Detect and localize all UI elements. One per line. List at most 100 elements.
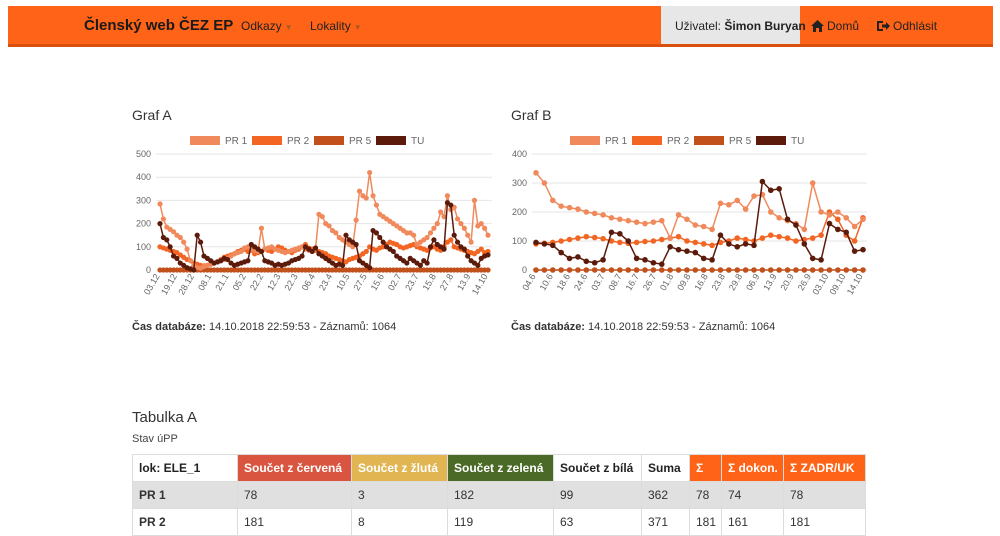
data-point-pr2	[809, 235, 816, 241]
data-point-tu	[380, 239, 386, 245]
data-point-pr1	[658, 217, 665, 224]
x-tick-label-5: 08.7	[606, 272, 623, 292]
db-time-value: 14.10.2018 22:59:53 - Záznamů: 1064	[209, 321, 397, 333]
data-point-pr1	[549, 197, 556, 204]
data-point-tu	[650, 259, 657, 266]
db-time-label: Čas databáze:	[132, 321, 206, 333]
data-point-tu	[174, 255, 180, 261]
data-point-pr5	[692, 267, 699, 273]
data-point-pr5	[801, 267, 808, 273]
data-point-pr5	[751, 267, 757, 273]
x-tick-label-6: 16.7	[624, 272, 641, 292]
x-tick-label-11: 10.5	[334, 272, 351, 292]
data-point-tu	[793, 222, 799, 228]
chevron-down-icon: ▼	[353, 23, 362, 32]
x-tick-label-11: 23.8	[710, 272, 727, 292]
data-point-tu	[194, 232, 200, 238]
data-point-tu	[583, 258, 590, 265]
data-point-pr2	[658, 236, 665, 243]
menu-odkazy[interactable]: Odkazy ▼	[241, 19, 293, 33]
legend-swatch-4	[376, 136, 406, 145]
menu-lokality[interactable]: Lokality ▼	[310, 19, 362, 33]
data-point-pr5	[600, 267, 606, 273]
summary-table: lok: ELE_1 Součet z červená Součet z žlu…	[132, 454, 866, 536]
data-point-pr1	[776, 215, 782, 221]
data-point-pr2	[851, 238, 858, 244]
x-tick-label-10: 23.4	[317, 272, 334, 292]
table-cell: 371	[641, 508, 690, 536]
data-point-tu	[717, 232, 724, 238]
x-tick-label-9: 06.4	[300, 272, 317, 292]
data-point-tu	[835, 226, 841, 233]
data-point-tu	[197, 239, 204, 245]
data-point-pr5	[776, 267, 782, 273]
th-sigma-zadr: Σ ZADR/UK	[783, 454, 866, 482]
home-icon	[811, 20, 824, 32]
user-label: Uživatel:	[675, 19, 722, 33]
data-point-pr2	[818, 232, 824, 238]
data-point-pr1	[478, 221, 484, 227]
legend-label-4: TU	[791, 136, 804, 147]
data-point-tu	[558, 249, 564, 256]
data-point-pr2	[633, 239, 640, 246]
y-tick-label-0: 0	[522, 265, 527, 275]
brand-title[interactable]: Členský web ČEZ EP	[84, 17, 233, 34]
data-point-tu	[642, 257, 648, 263]
data-point-pr2	[583, 233, 590, 240]
data-point-pr5	[667, 267, 673, 273]
x-tick-label-8: 01.8	[658, 272, 675, 292]
x-tick-label-4: 03.7	[589, 272, 606, 292]
data-point-pr1	[356, 188, 363, 194]
data-point-tu	[353, 241, 359, 248]
table-cell: 78	[783, 481, 866, 509]
data-point-pr5	[650, 267, 657, 273]
data-point-pr1	[177, 234, 183, 241]
data-point-pr1	[617, 216, 623, 223]
data-point-pr5	[591, 267, 598, 273]
th-location: lok: ELE_1	[132, 454, 238, 482]
data-point-tu	[617, 230, 623, 237]
chart-b-db-info: Čas databáze: 14.10.2018 22:59:53 - Zázn…	[511, 321, 775, 333]
table-header-row: lok: ELE_1 Součet z červená Součet z žlu…	[132, 454, 866, 482]
data-point-pr5	[583, 267, 590, 273]
legend-label-2: PR 2	[667, 136, 690, 147]
legend-label-1: PR 1	[605, 136, 628, 147]
data-point-pr1	[843, 215, 850, 221]
data-point-pr5	[767, 267, 774, 273]
x-tick-label-6: 22.2	[248, 272, 265, 292]
x-tick-label-1: 19.12	[159, 272, 179, 297]
data-point-pr1	[591, 210, 598, 217]
data-point-tu	[575, 254, 581, 260]
data-point-tu	[427, 244, 434, 250]
logout-link[interactable]: Odhlásit	[877, 19, 937, 33]
legend-swatch-1	[570, 136, 600, 145]
data-point-pr2	[734, 235, 741, 241]
data-point-pr2	[709, 242, 715, 249]
series-line-tu	[535, 179, 864, 266]
table-title: Tabulka A	[132, 409, 198, 426]
data-point-tu	[692, 249, 699, 256]
db-time-label: Čas databáze:	[511, 321, 585, 333]
data-point-tu	[851, 248, 858, 254]
data-point-pr1	[860, 216, 866, 223]
x-tick-label-0: 04.6	[520, 272, 537, 292]
home-link[interactable]: Domů	[811, 19, 859, 33]
data-point-pr2	[591, 234, 598, 241]
table-cell: 8	[351, 508, 448, 536]
data-point-pr1	[583, 209, 590, 215]
y-tick-label-5: 500	[136, 149, 151, 159]
data-point-pr1	[454, 216, 461, 222]
data-point-pr1	[363, 195, 369, 201]
data-point-pr1	[742, 206, 749, 212]
data-point-tu	[776, 186, 782, 192]
data-point-tu	[600, 257, 606, 263]
data-point-tu	[191, 267, 197, 273]
data-point-tu	[417, 262, 423, 268]
data-point-tu	[826, 220, 833, 227]
data-point-pr1	[767, 209, 774, 215]
table-cell: 119	[447, 508, 554, 536]
x-tick-label-13: 06.9	[744, 272, 761, 292]
data-point-pr5	[575, 267, 581, 273]
data-point-pr5	[784, 267, 791, 273]
data-point-pr5	[734, 267, 741, 273]
